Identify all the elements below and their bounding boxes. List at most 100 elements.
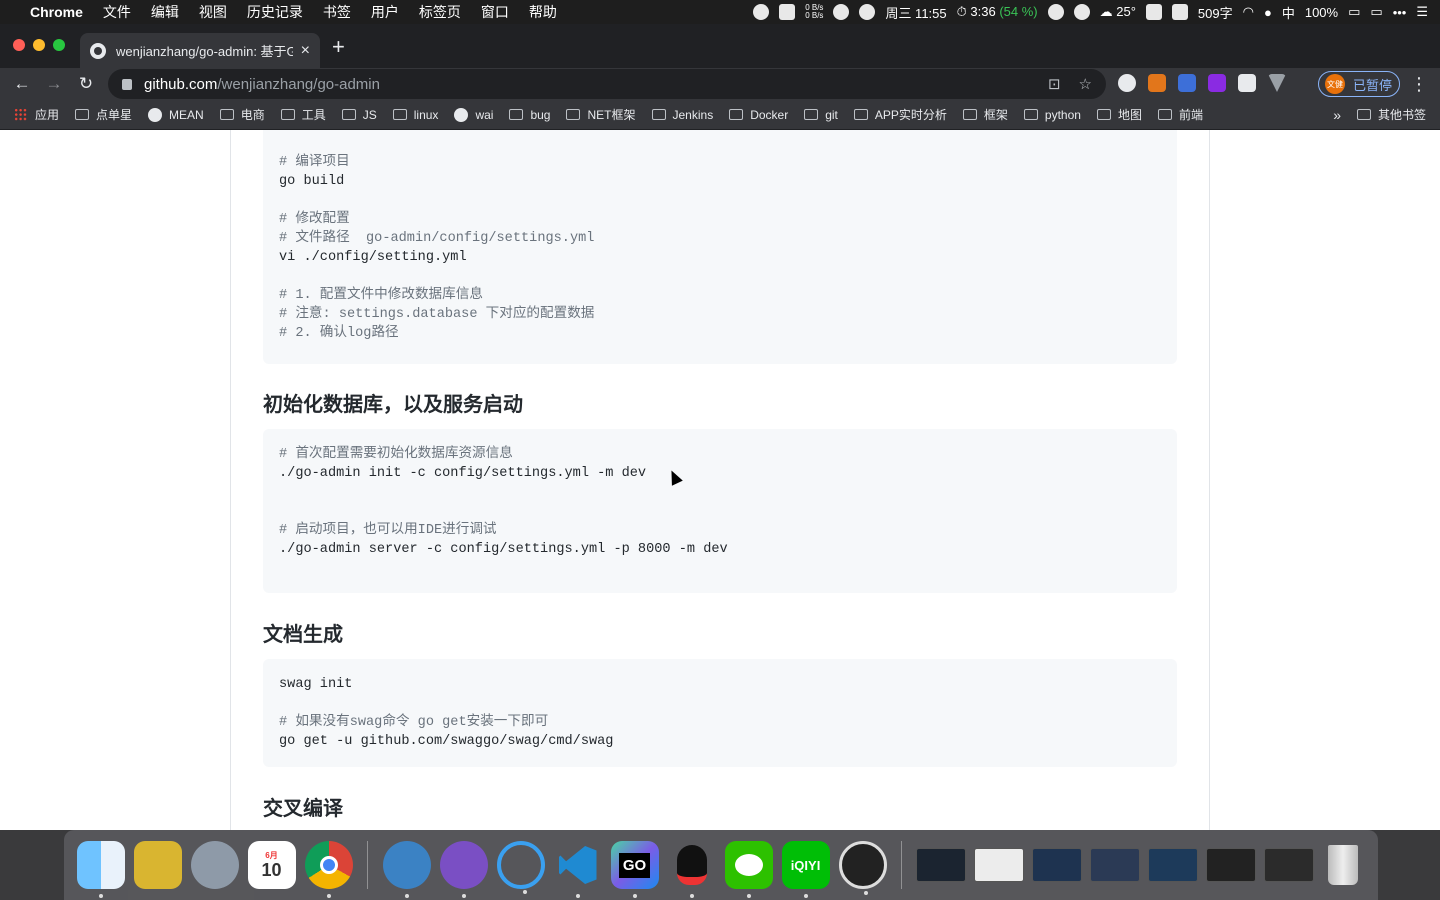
- bookmark-item[interactable]: JS: [341, 108, 377, 122]
- minimize-window-button[interactable]: [33, 39, 45, 51]
- other-bookmarks[interactable]: 其他书签: [1356, 106, 1426, 123]
- bookmark-item[interactable]: Docker: [729, 108, 788, 122]
- more-icon[interactable]: •••: [1393, 5, 1407, 20]
- chrome-menu-icon[interactable]: ⋮: [1410, 74, 1428, 95]
- screen-mirror-icon[interactable]: ▭: [1370, 4, 1382, 20]
- bookmark-item[interactable]: 地图: [1096, 106, 1142, 123]
- battery-readout[interactable]: 100%: [1305, 5, 1338, 20]
- menu-edit[interactable]: 编辑: [151, 2, 179, 22]
- word-count[interactable]: 509字: [1198, 3, 1233, 22]
- menu-file[interactable]: 文件: [103, 2, 131, 22]
- bookmark-item[interactable]: Jenkins: [651, 108, 713, 122]
- bookmark-item[interactable]: 电商: [219, 106, 265, 123]
- bookmarks-overflow-button[interactable]: »: [1333, 107, 1341, 123]
- url-domain: github.com: [144, 75, 218, 93]
- metamask-icon[interactable]: [1148, 74, 1166, 92]
- status-grid-icon[interactable]: [1171, 4, 1188, 20]
- bookmark-item[interactable]: git: [804, 108, 838, 122]
- notification-bell-icon[interactable]: [833, 4, 850, 20]
- control-center-icon[interactable]: ☰: [1416, 4, 1428, 20]
- bookmark-item[interactable]: python: [1023, 108, 1081, 122]
- input-method[interactable]: 中: [1282, 3, 1295, 22]
- fork-git-client-icon[interactable]: [382, 841, 431, 898]
- status-signal-icon[interactable]: [779, 4, 796, 20]
- bookmark-item[interactable]: MEAN: [148, 107, 204, 122]
- bookmark-item[interactable]: 应用: [14, 106, 59, 123]
- profile-button[interactable]: 文健 已暂停: [1318, 71, 1400, 97]
- calendar-icon[interactable]: 6月 10: [247, 841, 296, 889]
- menu-bookmarks[interactable]: 书签: [323, 2, 351, 22]
- iqiyi-icon[interactable]: iQIYI: [781, 841, 830, 898]
- bookmark-item[interactable]: APP实时分析: [853, 106, 947, 123]
- bookmark-item[interactable]: NET框架: [566, 106, 636, 123]
- status-app-icon[interactable]: [753, 4, 770, 20]
- address-bar[interactable]: github.com/wenjianzhang/go-admin ⊡ ☆: [108, 69, 1106, 99]
- rp-extension-icon[interactable]: [1208, 74, 1226, 92]
- timer-readout[interactable]: ⏱ 3:36 (54 %): [957, 4, 1038, 20]
- menu-help[interactable]: 帮助: [529, 2, 557, 22]
- code-block-swag[interactable]: swag init # 如果没有swag命令 go get安装一下即可 go g…: [263, 659, 1177, 767]
- translate-icon[interactable]: ⊡: [1048, 75, 1061, 93]
- navicat-icon[interactable]: [496, 841, 545, 894]
- trash-icon[interactable]: [1323, 841, 1363, 889]
- wechat-status-icon[interactable]: [859, 4, 876, 20]
- menu-window[interactable]: 窗口: [481, 2, 509, 22]
- menubar-datetime[interactable]: 周三 11:55: [885, 3, 946, 22]
- menu-people[interactable]: 用户: [371, 2, 399, 22]
- readme-article: # 编译项目 go build # 修改配置 # 文件路径 go-admin/c…: [230, 130, 1210, 830]
- minimized-window-thumbnail[interactable]: [974, 848, 1024, 882]
- menu-view[interactable]: 视图: [199, 2, 227, 22]
- globe-icon: [454, 107, 469, 122]
- minimized-window-thumbnail[interactable]: [1206, 848, 1256, 882]
- extension-arrow-icon[interactable]: [1238, 74, 1256, 92]
- vscode-icon[interactable]: [554, 841, 602, 898]
- forklift-icon[interactable]: [133, 841, 182, 889]
- code-block-init[interactable]: # 首次配置需要初始化数据库资源信息 ./go-admin init -c co…: [263, 429, 1177, 593]
- launchpad-rocket-icon[interactable]: [190, 841, 239, 889]
- minimized-window-thumbnail[interactable]: [1264, 848, 1314, 882]
- minimized-window-thumbnail[interactable]: [1090, 848, 1140, 882]
- minimized-window-thumbnail[interactable]: [1148, 848, 1198, 882]
- vue-devtools-icon[interactable]: [1268, 74, 1286, 92]
- menu-tab[interactable]: 标签页: [419, 2, 461, 22]
- lock-icon[interactable]: [122, 78, 132, 90]
- tab-close-button[interactable]: ×: [301, 42, 310, 60]
- weather-readout[interactable]: ☁ 25°: [1100, 4, 1136, 20]
- bookmark-item[interactable]: wai: [454, 107, 493, 122]
- bookmark-item[interactable]: 前端: [1157, 106, 1203, 123]
- back-button[interactable]: ←: [6, 74, 38, 94]
- jh-extension-icon[interactable]: [1178, 74, 1196, 92]
- qq-icon[interactable]: [668, 841, 716, 898]
- minimized-window-thumbnail[interactable]: [1032, 848, 1082, 882]
- chrome-icon[interactable]: [304, 841, 353, 898]
- folder-icon: [509, 109, 524, 120]
- bookmark-item[interactable]: 点单星: [75, 106, 132, 123]
- close-window-button[interactable]: [13, 39, 25, 51]
- status-s-icon[interactable]: [1145, 4, 1162, 20]
- code-block-build[interactable]: # 编译项目 go build # 修改配置 # 文件路径 go-admin/c…: [263, 130, 1177, 364]
- new-tab-button[interactable]: +: [332, 36, 345, 58]
- github-desktop-icon[interactable]: [439, 841, 488, 898]
- minimized-window-thumbnail[interactable]: [916, 848, 966, 882]
- zoom-window-button[interactable]: [53, 39, 65, 51]
- microphone-icon[interactable]: ●: [1264, 5, 1272, 20]
- wifi-icon[interactable]: ◠: [1243, 4, 1254, 20]
- obs-studio-icon[interactable]: [838, 841, 887, 895]
- bookmark-item[interactable]: bug: [509, 108, 550, 122]
- page-viewport[interactable]: # 编译项目 go build # 修改配置 # 文件路径 go-admin/c…: [0, 130, 1440, 830]
- wechat-icon[interactable]: [724, 841, 773, 898]
- extension-1-icon[interactable]: [1118, 74, 1136, 92]
- reload-button[interactable]: ↻: [70, 74, 102, 94]
- status-shield-icon[interactable]: [1047, 4, 1064, 20]
- bookmark-item[interactable]: linux: [392, 108, 438, 122]
- bookmark-star-icon[interactable]: ☆: [1079, 75, 1092, 93]
- menu-app-name[interactable]: Chrome: [30, 4, 83, 20]
- forward-button[interactable]: →: [38, 74, 70, 94]
- goland-icon[interactable]: GO: [610, 841, 659, 898]
- finder-icon[interactable]: [76, 841, 125, 898]
- bookmark-item[interactable]: 框架: [962, 106, 1008, 123]
- menu-history[interactable]: 历史记录: [247, 2, 303, 22]
- cloud-icon[interactable]: [1073, 4, 1090, 20]
- bookmark-item[interactable]: 工具: [280, 106, 326, 123]
- tab-go-admin[interactable]: wenjianzhang/go-admin: 基于Gin ×: [80, 33, 320, 68]
